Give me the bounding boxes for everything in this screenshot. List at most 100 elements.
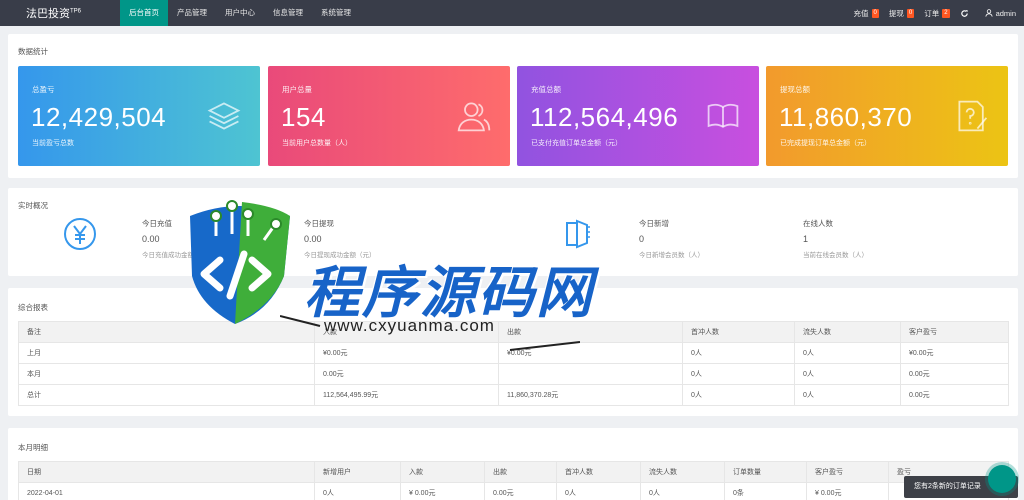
monthly-table: 日期 新增用户 入款 出款 首冲人数 流失人数 订单数量 客户盈亏 盈亏 202… (18, 461, 1009, 500)
card-desc: 当前用户总数量（人） (282, 140, 352, 147)
table-row: 2022-04-01 0人 ¥ 0.00元 0.00元 0人 0人 0条 ¥ 0… (18, 482, 1009, 500)
table-cell: 0人 (794, 363, 901, 385)
table-cell: 0人 (556, 482, 641, 500)
table-row: 总计 112,564,495.99元 11,860,370.28元 0人 0人 … (18, 384, 1009, 406)
col-header: 客户盈亏 (900, 321, 1009, 343)
card-label: 用户总量 (282, 85, 312, 94)
nav-products[interactable]: 产品管理 (168, 0, 216, 26)
col-header: 日期 (18, 461, 315, 483)
user-icon (984, 9, 993, 17)
orders-label: 订单 (924, 8, 940, 18)
refresh-icon[interactable] (960, 9, 969, 18)
online-users: 在线人数 1 当前在线会员数（人） (803, 218, 868, 259)
rt-value: 1 (803, 234, 809, 244)
card-value: 112,564,496 (530, 102, 679, 132)
today-new-users: 今日新增 0 今日新增会员数（人） (639, 218, 704, 259)
summary-table: 备注 入款 出款 首冲人数 流失人数 客户盈亏 上月 ¥0.00元 ¥0.00元… (18, 321, 1009, 406)
edit-doc-icon (958, 100, 988, 132)
rt-title: 今日提现 (304, 219, 334, 228)
table-cell: 0.00元 (900, 384, 1009, 406)
table-cell: 总计 (18, 384, 315, 406)
table-cell: ¥0.00元 (314, 342, 499, 364)
user-menu[interactable]: admin (984, 8, 1016, 18)
chat-float-button[interactable] (988, 465, 1016, 493)
table-cell: 0人 (640, 482, 725, 500)
user-total-card[interactable]: 用户总量 154 当前用户总数量（人） (268, 66, 510, 166)
col-header: 订单数量 (724, 461, 807, 483)
app-logo[interactable]: 法巴投资TP6 (0, 5, 120, 21)
username: admin (995, 8, 1016, 18)
rt-desc: 今日提现成功金额（元） (304, 252, 376, 259)
rt-desc: 当前在线会员数（人） (803, 252, 868, 259)
table-cell: ¥ 0.00元 (806, 482, 889, 500)
nav-home[interactable]: 后台首页 (120, 0, 168, 26)
table-header-row: 日期 新增用户 入款 出款 首冲人数 流失人数 订单数量 客户盈亏 盈亏 (18, 461, 1009, 483)
card-label: 总盈亏 (32, 85, 55, 94)
table-cell: 0.00元 (484, 482, 557, 500)
col-header: 备注 (18, 321, 315, 343)
table-cell: 上月 (18, 342, 315, 364)
recharge-link[interactable]: 充值 0 (854, 8, 879, 19)
rt-value: 0.00 (304, 234, 322, 244)
table-cell: 11,860,370.28元 (498, 384, 683, 406)
summary-panel: 综合报表 备注 入款 出款 首冲人数 流失人数 客户盈亏 上月 ¥0.00元 ¥… (8, 288, 1018, 416)
table-row: 上月 ¥0.00元 ¥0.00元 0人 0人 ¥0.00元 (18, 342, 1009, 364)
logo-text: 法巴投资 (26, 8, 70, 20)
col-header: 出款 (498, 321, 683, 343)
withdraw-total-card[interactable]: 提现总额 11,860,370 已完成提现订单总金额（元） (766, 66, 1008, 166)
card-value: 12,429,504 (31, 102, 167, 132)
table-cell: ¥0.00元 (900, 342, 1009, 364)
withdraw-link[interactable]: 提现 0 (888, 8, 915, 19)
card-value: 11,860,370 (779, 102, 913, 132)
monthly-panel-title: 本月明细 (18, 443, 48, 452)
main-nav: 后台首页 产品管理 用户中心 信息管理 系统管理 (120, 0, 360, 26)
card-desc: 当前盈亏总数 (32, 140, 74, 147)
top-bar: 法巴投资TP6 后台首页 产品管理 用户中心 信息管理 系统管理 充值 0 提现 0… (0, 0, 1024, 26)
table-cell: 0条 (724, 482, 807, 500)
yuan-icon (64, 218, 96, 250)
right-nav: 充值 0 提现 0 订单 2 admin (844, 0, 1024, 26)
recharge-total-card[interactable]: 充值总额 112,564,496 已支付充值订单总金额（元） (517, 66, 759, 166)
recharge-badge: 0 (871, 8, 879, 18)
table-cell: 0.00元 (900, 363, 1009, 385)
col-header: 流失人数 (640, 461, 725, 483)
col-header: 入款 (314, 321, 499, 343)
col-header: 首冲人数 (556, 461, 641, 483)
today-withdraw: 今日提现 0.00 今日提现成功金额（元） (304, 218, 376, 259)
table-cell: 0人 (794, 384, 901, 406)
realtime-panel-title: 实时概况 (18, 201, 48, 210)
col-header: 新增用户 (314, 461, 401, 483)
nav-users[interactable]: 用户中心 (216, 0, 264, 26)
card-desc: 已完成提现订单总金额（元） (780, 140, 871, 147)
total-profit-card[interactable]: 总盈亏 12,429,504 当前盈亏总数 (18, 66, 260, 166)
nav-info[interactable]: 信息管理 (264, 0, 312, 26)
table-cell: ¥ 0.00元 (400, 482, 485, 500)
col-header: 流失人数 (794, 321, 901, 343)
nav-system[interactable]: 系统管理 (312, 0, 360, 26)
logo-sup: TP6 (70, 8, 82, 15)
rt-desc: 今日新增会员数（人） (639, 252, 704, 259)
summary-panel-title: 综合报表 (18, 303, 48, 312)
users-icon (457, 102, 491, 132)
orders-badge: 2 (942, 8, 950, 18)
orders-link[interactable]: 订单 2 (924, 8, 950, 19)
rt-value: 0.00 (142, 234, 160, 244)
monthly-panel: 本月明细 日期 新增用户 入款 出款 首冲人数 流失人数 订单数量 客户盈亏 盈… (8, 428, 1018, 500)
table-header-row: 备注 入款 出款 首冲人数 流失人数 客户盈亏 (18, 321, 1009, 343)
stats-panel: 数据统计 总盈亏 12,429,504 当前盈亏总数 用户总量 154 当前用户… (8, 34, 1018, 178)
col-header: 出款 (484, 461, 557, 483)
table-cell: ¥0.00元 (498, 342, 683, 364)
card-desc: 已支付充值订单总金额（元） (531, 140, 622, 147)
rt-title: 在线人数 (803, 219, 833, 228)
card-label: 提现总额 (780, 85, 810, 94)
table-cell (498, 363, 683, 385)
col-header: 入款 (400, 461, 485, 483)
rt-title: 今日充值 (142, 219, 172, 228)
table-cell: 0人 (682, 363, 795, 385)
rt-desc: 今日充值成功金额（元） (142, 252, 214, 259)
rt-title: 今日新增 (639, 219, 669, 228)
table-cell: 0人 (314, 482, 401, 500)
withdraw-label: 提现 (888, 8, 904, 18)
table-cell: 0人 (682, 384, 795, 406)
col-header: 首冲人数 (682, 321, 795, 343)
